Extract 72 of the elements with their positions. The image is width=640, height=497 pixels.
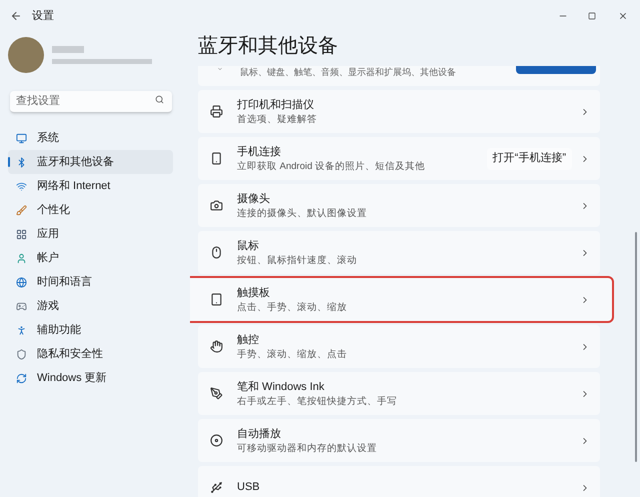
bluetooth-icon <box>16 156 27 168</box>
card-title: 触摸板 <box>237 286 271 300</box>
usb-icon <box>210 481 223 494</box>
window-title: 设置 <box>32 8 54 24</box>
monitor-icon <box>16 132 27 144</box>
gamepad-icon <box>16 300 27 312</box>
card-description: 连接的摄像头、默认图像设置 <box>237 206 368 220</box>
nav-item[interactable]: 游戏 <box>8 294 173 318</box>
pen-icon <box>210 387 223 400</box>
open-app-button[interactable]: 打开“手机连接” <box>486 148 572 170</box>
update-icon <box>16 372 27 384</box>
search-field[interactable]: 查找设置 <box>10 90 172 112</box>
hand-icon <box>210 340 223 353</box>
settings-card[interactable]: 笔和 Windows Ink 右手或左手、笔按钮快捷方式、手写 <box>198 372 600 415</box>
nav-item[interactable]: 个性化 <box>8 198 173 222</box>
back-icon[interactable] <box>10 10 22 22</box>
settings-card[interactable]: 打印机和扫描仪 首选项、疑难解答 <box>198 90 600 133</box>
card-description: 手势、滚动、缩放、点击 <box>237 348 348 360</box>
apps-icon <box>16 228 27 240</box>
nav-item[interactable]: 隐私和安全性 <box>8 342 173 366</box>
settings-card[interactable]: 摄像头 连接的摄像头、默认图像设置 <box>198 184 600 227</box>
nav-item[interactable]: 系统 <box>8 126 173 150</box>
settings-card[interactable]: 触控 手势、滚动、缩放、点击 <box>198 325 600 368</box>
close-icon[interactable] <box>618 11 628 21</box>
nav-item[interactable]: 时间和语言 <box>8 270 173 294</box>
autoplay-icon <box>210 434 223 447</box>
nav-item[interactable]: 应用 <box>8 222 173 246</box>
card-description: 鼠标、键盘、触笔、音频、显示器和扩展坞、其他设备 <box>240 66 456 78</box>
settings-card[interactable]: USB <box>198 466 600 497</box>
nav-item[interactable]: Windows 更新 <box>8 366 173 390</box>
nav-item[interactable]: 帐户 <box>8 246 173 270</box>
card-description: 可移动驱动器和内存的默认设置 <box>237 442 378 454</box>
avatar <box>8 37 44 73</box>
card-title: USB <box>237 480 261 495</box>
globe-icon <box>16 276 27 288</box>
wifi-icon <box>16 180 27 192</box>
settings-card[interactable]: 手机连接 立即获取 Android 设备的照片、短信及其他 打开“手机连接” <box>198 137 600 180</box>
user-icon <box>16 252 27 264</box>
brush-icon <box>16 204 27 216</box>
card-description: 立即获取 Android 设备的照片、短信及其他 <box>237 160 426 172</box>
device-card[interactable]: 鼠标、键盘、触笔、音频、显示器和扩展坞、其他设备 <box>198 66 600 86</box>
card-description: 右手或左手、笔按钮快捷方式、手写 <box>237 394 398 408</box>
chevron-icon <box>216 66 224 72</box>
card-title: 摄像头 <box>237 192 271 206</box>
card-title: 自动播放 <box>237 426 282 442</box>
card-title: 笔和 Windows Ink <box>237 380 326 394</box>
blurred-name <box>52 46 84 53</box>
settings-card[interactable]: 鼠标 按钮、鼠标指针速度、滚动 <box>198 231 600 274</box>
card-title: 触控 <box>237 332 260 348</box>
settings-card[interactable]: 触摸板 点击、手势、滚动、缩放 <box>190 278 612 321</box>
nav-item[interactable]: 网络和 Internet <box>8 174 173 198</box>
scrollbar[interactable] <box>635 232 637 462</box>
mouse-icon <box>210 246 223 259</box>
search-icon <box>155 95 164 104</box>
card-title: 鼠标 <box>237 238 260 254</box>
settings-card[interactable]: 自动播放 可移动驱动器和内存的默认设置 <box>198 419 600 462</box>
page-title: 蓝牙和其他设备 <box>198 34 339 59</box>
nav-item[interactable]: 辅助功能 <box>8 318 173 342</box>
card-title: 手机连接 <box>237 144 282 160</box>
card-description: 点击、手势、滚动、缩放 <box>237 300 348 314</box>
card-description: 按钮、鼠标指针速度、滚动 <box>237 254 358 266</box>
nav-item[interactable]: 蓝牙和其他设备 <box>8 150 173 174</box>
maximize-icon[interactable] <box>588 12 596 20</box>
accessibility-icon <box>16 324 27 336</box>
touchpad-icon <box>210 293 223 306</box>
card-title: 打印机和扫描仪 <box>237 98 315 112</box>
card-description: 首选项、疑难解答 <box>237 112 318 126</box>
selection-indicator <box>8 157 10 167</box>
printer-icon <box>210 105 223 118</box>
phone-icon <box>210 152 223 165</box>
camera-icon <box>210 199 223 212</box>
shield-icon <box>16 348 27 360</box>
